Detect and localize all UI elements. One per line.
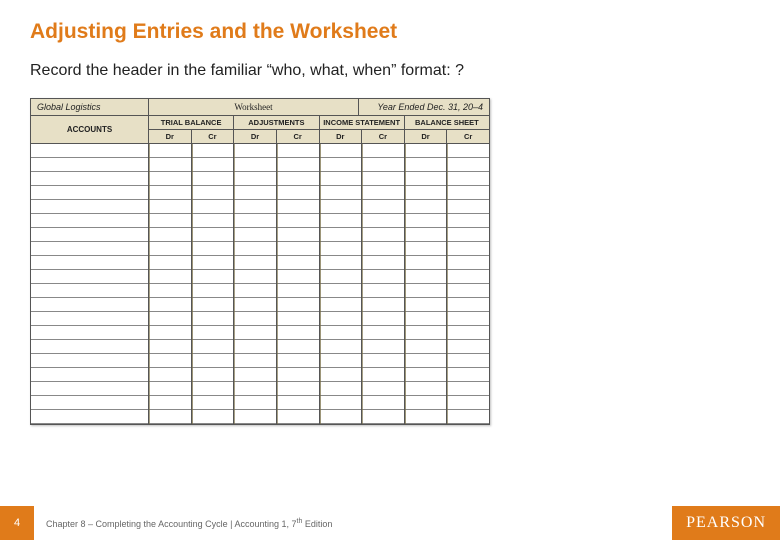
worksheet-header-row: Global Logistics Worksheet Year Ended De… (31, 99, 489, 116)
dr-label: Dr (320, 130, 363, 143)
col-tb-cr (192, 144, 235, 424)
worksheet-what: Worksheet (149, 99, 359, 115)
section-balance-sheet: BALANCE SHEET (405, 116, 489, 129)
dr-label: Dr (405, 130, 448, 143)
cr-label: Cr (447, 130, 489, 143)
col-bs-cr (447, 144, 489, 424)
cr-label: Cr (362, 130, 405, 143)
accounts-header: ACCOUNTS (31, 116, 149, 143)
footer-breadcrumb: Chapter 8 – Completing the Accounting Cy… (34, 518, 672, 529)
col-adj-dr (234, 144, 277, 424)
worksheet-who: Global Logistics (31, 99, 149, 115)
worksheet-when: Year Ended Dec. 31, 20–4 (359, 99, 489, 115)
col-is-cr (362, 144, 405, 424)
col-adj-cr (277, 144, 320, 424)
section-trial-balance: TRIAL BALANCE (149, 116, 234, 129)
slide-footer: 4 Chapter 8 – Completing the Accounting … (0, 506, 780, 540)
section-titles-row: TRIAL BALANCE ADJUSTMENTS INCOME STATEME… (149, 116, 489, 130)
section-adjustments: ADJUSTMENTS (234, 116, 319, 129)
pearson-logo: PEARSON (672, 506, 780, 540)
crumb-prefix: Chapter 8 – Completing the Accounting Cy… (46, 519, 297, 529)
cr-label: Cr (277, 130, 320, 143)
dr-cr-row: Dr Cr Dr Cr Dr Cr Dr Cr (149, 130, 489, 143)
worksheet-body (31, 144, 489, 424)
section-income-statement: INCOME STATEMENT (320, 116, 405, 129)
accounts-column (31, 144, 149, 424)
slide: Adjusting Entries and the Worksheet Reco… (0, 0, 780, 540)
col-bs-dr (405, 144, 448, 424)
cr-label: Cr (192, 130, 235, 143)
col-tb-dr (149, 144, 192, 424)
slide-body-text: Record the header in the familiar “who, … (30, 62, 750, 80)
col-is-dr (320, 144, 363, 424)
slide-title: Adjusting Entries and the Worksheet (30, 20, 750, 44)
numeric-columns (149, 144, 489, 424)
dr-label: Dr (149, 130, 192, 143)
crumb-suffix: Edition (302, 519, 332, 529)
dr-label: Dr (234, 130, 277, 143)
worksheet-image: Global Logistics Worksheet Year Ended De… (30, 98, 490, 425)
page-number: 4 (0, 506, 34, 540)
worksheet-column-headers: ACCOUNTS TRIAL BALANCE ADJUSTMENTS INCOM… (31, 116, 489, 144)
